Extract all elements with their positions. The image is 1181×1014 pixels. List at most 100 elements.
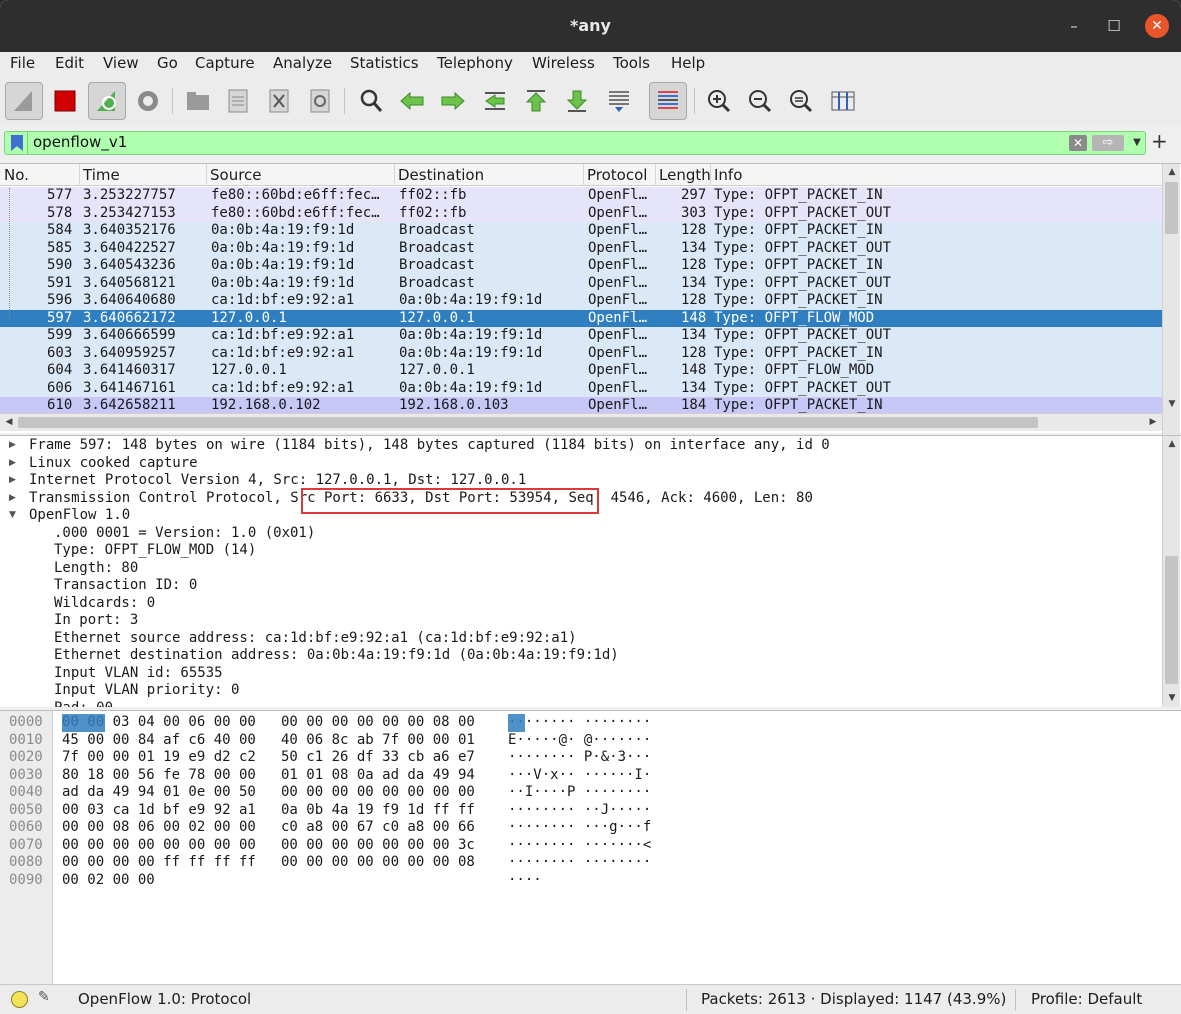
go-back-arrow-icon[interactable] xyxy=(393,82,431,120)
normal-size-icon[interactable] xyxy=(782,82,820,120)
expert-info-indicator-icon[interactable] xyxy=(11,991,28,1008)
openflow-field[interactable]: .000 0001 = Version: 1.0 (0x01) xyxy=(54,525,315,543)
expand-triangle-icon[interactable]: ▶ xyxy=(9,455,19,473)
restart-capture-icon[interactable] xyxy=(88,82,126,120)
menu-capture[interactable]: Capture xyxy=(195,54,255,72)
stop-capture-icon[interactable] xyxy=(46,82,84,120)
packet-row[interactable]: 603 3.640959257 ca:1d:bf:e9:92:a1 0a:0b:4a:… xyxy=(0,344,1162,362)
add-filter-button-plus-icon[interactable]: + xyxy=(1151,129,1168,153)
packet-list-scroll-thumb[interactable] xyxy=(1165,182,1178,234)
colorize-packet-list-icon[interactable] xyxy=(649,82,687,120)
zoom-in-icon[interactable] xyxy=(700,82,738,120)
column-header-protocol[interactable]: Protocol xyxy=(587,166,647,186)
hex-bytes-group-2[interactable]: 01 01 08 0a ad da 49 94 xyxy=(281,767,475,785)
ascii-bytes[interactable]: ··I····P ········ xyxy=(508,784,651,802)
ascii-bytes[interactable]: ···· xyxy=(508,872,542,890)
collapse-triangle-icon[interactable]: ▼ xyxy=(9,507,19,525)
hex-bytes-group-1[interactable]: 00 00 00 00 00 00 00 00 xyxy=(62,837,256,855)
menu-file[interactable]: File xyxy=(10,54,35,72)
close-button[interactable]: ✕ xyxy=(1145,14,1169,38)
menu-analyze[interactable]: Analyze xyxy=(273,54,332,72)
openflow-field[interactable]: Wildcards: 0 xyxy=(54,595,155,613)
hex-bytes-group-1[interactable]: ad da 49 94 01 0e 00 50 xyxy=(62,784,256,802)
menu-view[interactable]: View xyxy=(103,54,139,72)
hex-bytes-group-1[interactable]: 80 18 00 56 fe 78 00 00 xyxy=(62,767,256,785)
save-file-icon[interactable] xyxy=(219,82,257,120)
detail-openflow[interactable]: OpenFlow 1.0 xyxy=(29,507,130,525)
go-forward-arrow-icon[interactable] xyxy=(434,82,472,120)
hex-bytes-group-1[interactable]: 00 03 ca 1d bf e9 92 a1 xyxy=(62,802,256,820)
packet-row[interactable]: 577 3.253227757 fe80::60bd:e6ff:fec… ff02::… xyxy=(0,187,1162,205)
ascii-bytes[interactable]: ········ P·&·3··· xyxy=(508,749,651,767)
menu-help[interactable]: Help xyxy=(671,54,705,72)
hex-bytes-group-1[interactable]: 00 00 00 00 ff ff ff ff xyxy=(62,854,256,872)
hex-bytes-group-1[interactable]: 00 02 00 00 xyxy=(62,872,155,890)
filter-bookmark-icon[interactable] xyxy=(11,135,23,151)
packet-row[interactable]: 610 3.642658211 192.168.0.102 192.168.0.103… xyxy=(0,397,1162,415)
go-to-packet-icon[interactable] xyxy=(476,82,514,120)
ascii-bytes[interactable]: ········ ··J····· xyxy=(508,802,651,820)
maximize-button[interactable]: ☐ xyxy=(1102,14,1126,38)
reload-file-icon[interactable] xyxy=(301,82,339,120)
resize-columns-icon[interactable] xyxy=(824,82,862,120)
openflow-field[interactable]: Type: OFPT_FLOW_MOD (14) xyxy=(54,542,256,560)
hex-bytes-group-2[interactable]: 00 00 00 00 00 00 00 00 xyxy=(281,784,475,802)
find-packet-search-icon[interactable] xyxy=(352,82,390,120)
go-last-packet-icon[interactable] xyxy=(558,82,596,120)
menu-tools[interactable]: Tools xyxy=(613,54,650,72)
detail-ipv4[interactable]: Internet Protocol Version 4, Src: 127.0.… xyxy=(29,472,526,490)
packet-row[interactable]: 604 3.641460317 127.0.0.1 127.0.0.1 OpenFl… 1… xyxy=(0,362,1162,380)
ascii-bytes[interactable]: E·····@· @······· xyxy=(508,732,651,750)
openflow-field[interactable]: Input VLAN priority: 0 xyxy=(54,682,239,700)
column-header-info[interactable]: Info xyxy=(714,166,742,186)
packet-row[interactable]: 585 3.640422527 0a:0b:4a:19:f9:1d Broadcast… xyxy=(0,239,1162,257)
clear-filter-icon[interactable]: ✕ xyxy=(1069,135,1087,151)
packet-row[interactable]: 597 3.640662172 127.0.0.1 127.0.0.1 OpenFl… 1… xyxy=(0,309,1162,327)
column-header-destination[interactable]: Destination xyxy=(398,166,484,186)
detail-linux-cooked[interactable]: Linux cooked capture xyxy=(29,455,198,473)
ascii-bytes[interactable]: ········ ···g···f xyxy=(508,819,651,837)
expand-triangle-icon[interactable]: ▶ xyxy=(9,490,19,508)
display-filter-bar[interactable]: openflow_v1 ✕ ⇨ ▼ xyxy=(4,131,1146,155)
menu-wireless[interactable]: Wireless xyxy=(532,54,595,72)
minimize-button[interactable]: – xyxy=(1062,14,1086,38)
hex-bytes-group-2[interactable]: 50 c1 26 df 33 cb a6 e7 xyxy=(281,749,475,767)
packet-row[interactable]: 578 3.253427153 fe80::60bd:e6ff:fec… ff02::… xyxy=(0,204,1162,222)
capture-comment-edit-icon[interactable]: ✎ xyxy=(38,989,56,1007)
openflow-field[interactable]: Input VLAN id: 65535 xyxy=(54,665,223,683)
ascii-bytes[interactable]: ········ ········ xyxy=(508,854,651,872)
ascii-bytes[interactable]: ···V·x·· ······I· xyxy=(508,767,651,785)
status-profile[interactable]: Profile: Default xyxy=(1031,990,1142,1008)
hex-bytes-group-1[interactable]: 7f 00 00 01 19 e9 d2 c2 xyxy=(62,749,256,767)
openflow-field[interactable]: Length: 80 xyxy=(54,560,138,578)
openflow-field[interactable]: Pad: 00 xyxy=(54,700,113,708)
packet-row[interactable]: 599 3.640666599 ca:1d:bf:e9:92:a1 0a:0b:4a:… xyxy=(0,327,1162,345)
column-header-source[interactable]: Source xyxy=(210,166,262,186)
capture-options-gear-icon[interactable] xyxy=(129,82,167,120)
detail-frame[interactable]: Frame 597: 148 bytes on wire (1184 bits)… xyxy=(29,437,830,455)
menu-go[interactable]: Go xyxy=(157,54,178,72)
apply-filter-arrow-icon[interactable]: ⇨ xyxy=(1092,135,1124,151)
openflow-field[interactable]: In port: 3 xyxy=(54,612,138,630)
packet-row[interactable]: 596 3.640640680 ca:1d:bf:e9:92:a1 0a:0b:4a:… xyxy=(0,292,1162,310)
ascii-bytes[interactable]: ········ ········ xyxy=(508,714,651,732)
packet-row[interactable]: 584 3.640352176 0a:0b:4a:19:f9:1d Broadcast… xyxy=(0,222,1162,240)
filter-history-dropdown-icon[interactable]: ▼ xyxy=(1129,134,1145,152)
close-file-icon[interactable] xyxy=(260,82,298,120)
openflow-field[interactable]: Ethernet source address: ca:1d:bf:e9:92:… xyxy=(54,630,577,648)
scroll-up-arrow-icon[interactable]: ▲ xyxy=(1163,164,1181,180)
hex-bytes-group-2[interactable]: 40 06 8c ab 7f 00 00 01 xyxy=(281,732,475,750)
horizontal-scroll-thumb[interactable] xyxy=(18,417,1038,428)
auto-scroll-icon[interactable] xyxy=(600,82,638,120)
packet-row[interactable]: 606 3.641467161 ca:1d:bf:e9:92:a1 0a:0b:4a:… xyxy=(0,379,1162,397)
scroll-down-arrow-icon[interactable]: ▼ xyxy=(1163,690,1181,706)
hex-bytes-group-2[interactable]: 00 00 00 00 00 00 00 08 xyxy=(281,854,475,872)
scroll-left-arrow-icon[interactable]: ◀ xyxy=(0,414,18,430)
hex-bytes-group-2[interactable]: 00 00 00 00 00 00 08 00 xyxy=(281,714,475,732)
hex-bytes-group-2[interactable]: 00 00 00 00 00 00 00 3c xyxy=(281,837,475,855)
packet-row[interactable]: 590 3.640543236 0a:0b:4a:19:f9:1d Broadcast… xyxy=(0,257,1162,275)
openflow-field[interactable]: Transaction ID: 0 xyxy=(54,577,197,595)
expand-triangle-icon[interactable]: ▶ xyxy=(9,437,19,455)
scroll-up-arrow-icon[interactable]: ▲ xyxy=(1163,436,1181,452)
open-file-folder-icon[interactable] xyxy=(179,82,217,120)
